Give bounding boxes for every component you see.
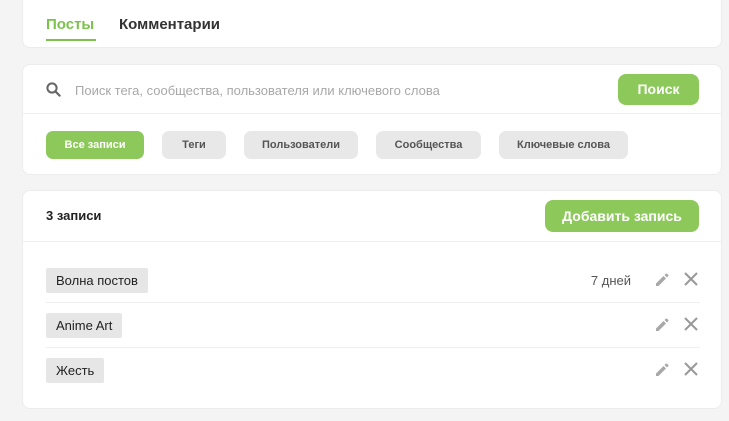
search-card: Поиск Все записи Теги Пользователи Сообщ… — [22, 64, 722, 175]
close-icon[interactable] — [682, 360, 700, 383]
filter-all-posts[interactable]: Все записи — [46, 131, 144, 159]
list-item: Anime Art — [46, 303, 700, 348]
tab-comments[interactable]: Комментарии — [119, 16, 220, 33]
filter-keywords[interactable]: Ключевые слова — [499, 131, 628, 159]
search-button[interactable]: Поиск — [618, 74, 699, 105]
tabs-card: Посты Комментарии — [22, 0, 722, 48]
filter-communities[interactable]: Сообщества — [376, 131, 481, 159]
pencil-icon[interactable] — [654, 317, 670, 338]
entry-tag[interactable]: Жесть — [46, 358, 105, 383]
filter-tags[interactable]: Теги — [162, 131, 226, 159]
search-input[interactable] — [75, 79, 615, 101]
add-entry-button[interactable]: Добавить запись — [545, 200, 699, 232]
close-icon[interactable] — [682, 270, 700, 293]
list-item: Жесть — [46, 348, 700, 393]
filter-users[interactable]: Пользователи — [244, 131, 358, 159]
search-row: Поиск — [23, 65, 721, 114]
entries-count: 3 записи — [46, 208, 102, 223]
list-item: Волна постов 7 дней — [46, 258, 700, 303]
entry-tag[interactable]: Волна постов — [46, 268, 148, 293]
entries-card: 3 записи Добавить запись Волна постов 7 … — [22, 190, 722, 409]
entry-tag[interactable]: Anime Art — [46, 313, 123, 338]
entries-header: 3 записи Добавить запись — [23, 191, 721, 242]
active-tab-underline — [46, 39, 96, 41]
search-icon — [46, 82, 61, 102]
pencil-icon[interactable] — [654, 272, 670, 293]
pencil-icon[interactable] — [654, 362, 670, 383]
tab-posts[interactable]: Посты — [46, 16, 94, 33]
entry-time: 7 дней — [590, 273, 631, 288]
close-icon[interactable] — [682, 315, 700, 338]
